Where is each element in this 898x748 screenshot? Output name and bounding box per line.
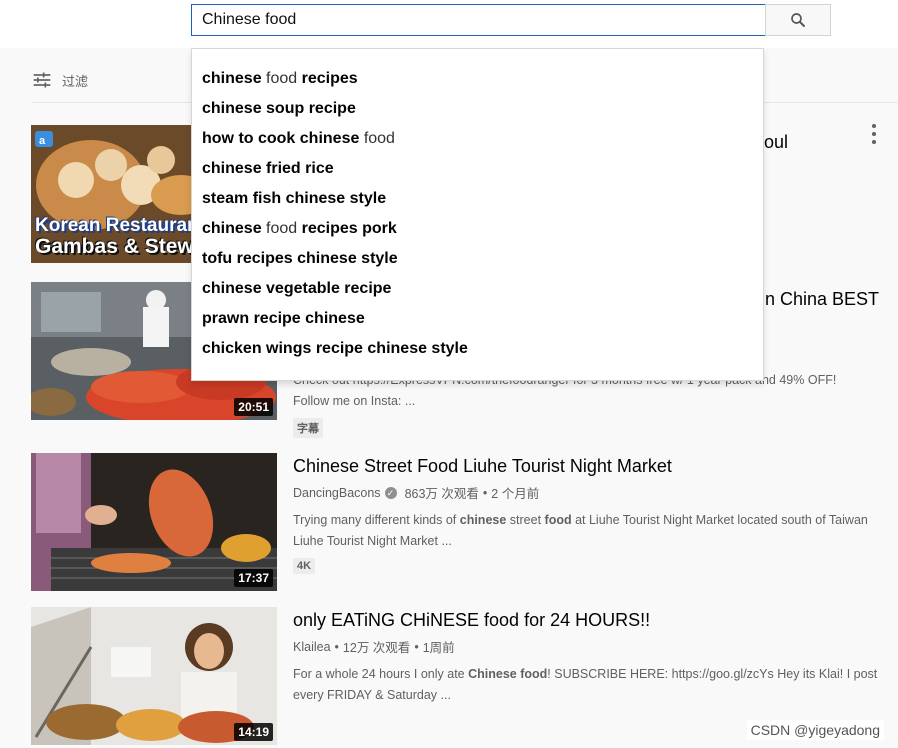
suggestion-item[interactable]: chinese vegetable recipe [192, 274, 763, 304]
verified-icon: ✓ [384, 486, 397, 499]
more-actions-button[interactable] [870, 124, 878, 144]
suggestion-item[interactable]: chinese food recipes [192, 64, 763, 94]
view-count: 12万 次观看 [342, 641, 411, 655]
watermark: CSDN @yigeyadong [746, 720, 884, 740]
upload-age: 1周前 [422, 641, 455, 655]
video-description: Trying many different kinds of chinese s… [293, 513, 868, 548]
video-duration: 17:37 [234, 569, 273, 587]
filter-button[interactable]: 过滤 [32, 70, 88, 90]
more-vert-icon [872, 124, 876, 128]
video-title[interactable]: only EATiNG CHiNESE food for 24 HOURS!! [293, 607, 898, 633]
suggestion-item[interactable]: prawn recipe chinese [192, 304, 763, 334]
video-title[interactable]: Chinese Street Food Liuhe Tourist Night … [293, 453, 898, 479]
quality-badge: 4K [293, 558, 316, 574]
search-input[interactable] [192, 5, 765, 35]
upload-age: 2 个月前 [491, 487, 540, 501]
video-title[interactable]: n China BEST [765, 286, 895, 312]
video-info: DancingBacons ✓ 863万 次观看 • 2 个月前 [293, 483, 898, 502]
suggestion-item[interactable]: chinese food recipes pork [192, 214, 763, 244]
suggestion-item[interactable]: tofu recipes chinese style [192, 244, 763, 274]
video-title[interactable]: oul [764, 129, 884, 155]
video-description: For a whole 24 hours I only ate Chinese … [293, 667, 878, 702]
search-button[interactable] [765, 4, 831, 36]
video-thumbnail[interactable]: 17:37 [31, 453, 277, 591]
video-info: Klailea • 12万 次观看 • 1周前 [293, 637, 898, 656]
suggestion-item[interactable]: chicken wings recipe chinese style [192, 334, 763, 364]
video-duration: 20:51 [234, 398, 273, 416]
video-duration: 14:19 [234, 723, 273, 741]
thumbnail-text: Korean Restaurant [35, 215, 205, 236]
search-suggestions: chinese food recipes chinese soup recipe… [191, 48, 764, 381]
search-icon [791, 13, 805, 27]
suggestion-item[interactable]: chinese fried rice [192, 154, 763, 184]
video-thumbnail[interactable]: 14:19 [31, 607, 277, 745]
filter-label: 过滤 [62, 73, 89, 89]
filter-icon [33, 72, 51, 88]
caption-badge: 字幕 [293, 418, 323, 438]
suggestion-item[interactable]: how to cook chinese food [192, 124, 763, 154]
channel-name[interactable]: DancingBacons [293, 486, 381, 500]
thumbnail-text: Gambas & Stew [35, 235, 194, 258]
channel-name[interactable]: Klailea [293, 640, 331, 654]
video-result-3[interactable]: 17:37 Chinese Street Food Liuhe Tourist … [31, 453, 898, 591]
suggestion-item[interactable]: chinese soup recipe [192, 94, 763, 124]
suggestion-item[interactable]: steam fish chinese style [192, 184, 763, 214]
search-box[interactable] [191, 4, 766, 36]
view-count: 863万 次观看 [404, 487, 479, 501]
svg-text:a: a [39, 135, 46, 147]
